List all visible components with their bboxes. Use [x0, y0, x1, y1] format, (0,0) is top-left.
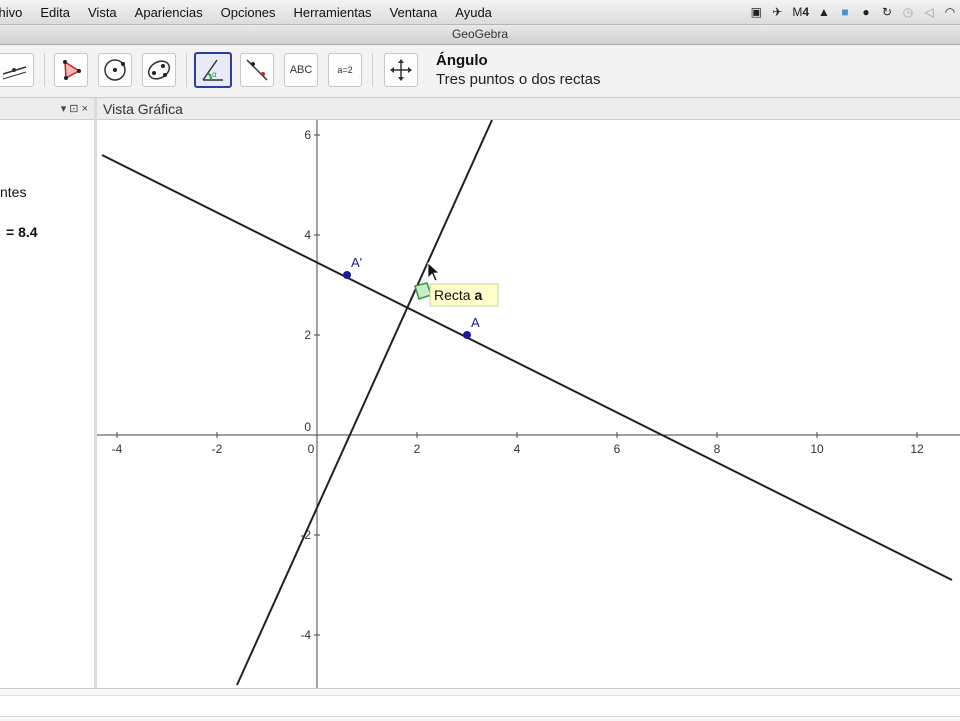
graphics-canvas[interactable]: -4-2024681012-4-20246A'ARecta a [97, 120, 960, 688]
wifi-icon[interactable]: ◠ [944, 5, 956, 19]
battery-icon[interactable]: M4 [792, 5, 809, 19]
active-tool-name: Ángulo [436, 52, 488, 69]
x-tick-label: 0 [308, 442, 315, 456]
record-icon[interactable]: ● [860, 5, 872, 19]
x-tick-label: 4 [514, 442, 521, 456]
input-bar [0, 688, 960, 721]
bluetooth-icon[interactable]: ✈ [771, 5, 783, 19]
menu-opciones[interactable]: Opciones [212, 5, 285, 20]
x-tick-label: 8 [714, 442, 721, 456]
menu-edita[interactable]: Edita [31, 5, 79, 20]
clock-icon[interactable]: ◷ [902, 5, 914, 19]
y-tick-label: 2 [304, 328, 311, 342]
move-view-tool[interactable] [384, 53, 418, 87]
circle-icon [104, 59, 126, 81]
status-tray: ▣ ✈ M4 ▲ ■ ● ↻ ◷ ◁ ◠ [750, 0, 960, 24]
angle-tool[interactable]: α [194, 52, 232, 88]
tooltip-recta-a: Recta a [429, 283, 499, 307]
menu-apariencias[interactable]: Apariencias [126, 5, 212, 20]
slider-tool-label: a=2 [337, 65, 353, 75]
text-tool-label: ABC [289, 64, 313, 76]
active-tool-help: Tres puntos o dos rectas [436, 71, 601, 88]
reflect-tool[interactable] [240, 53, 274, 87]
app-icon[interactable]: ■ [839, 5, 851, 19]
graphics-view-title: Vista Gráfica [97, 98, 960, 120]
window-title: GeoGebra [0, 25, 960, 45]
x-tick-label: 2 [414, 442, 421, 456]
menu-archivo[interactable]: chivo [0, 5, 31, 20]
svg-text:α: α [212, 70, 217, 79]
slider-tool[interactable]: a=2 [328, 53, 362, 87]
move-arrows-icon [390, 59, 412, 81]
angle-marker[interactable] [414, 282, 432, 300]
tool-info: Ángulo Tres puntos o dos rectas [436, 52, 601, 88]
line-a[interactable] [101, 154, 953, 581]
toolbar: α ABC a=2 Ángulo Tres puntos o dos recta… [0, 45, 960, 98]
reflect-icon [246, 59, 268, 81]
line-b[interactable] [236, 120, 493, 686]
segment-icon [2, 66, 27, 80]
algebra-view-header-controls[interactable]: ▾ ⊡ × [0, 98, 94, 120]
graphics-view: Vista Gráfica -4-2024681012-4-20246A'ARe… [97, 98, 960, 688]
point-label: A' [351, 255, 362, 270]
angle-icon: α [202, 59, 223, 81]
screen-recorder-icon[interactable]: ▣ [750, 5, 762, 19]
menu-ventana[interactable]: Ventana [381, 5, 447, 20]
x-tick-label: 10 [810, 442, 824, 456]
circle-center-tool[interactable] [98, 53, 132, 87]
algebra-item-dependents[interactable]: ntes [0, 184, 26, 200]
text-tool[interactable]: ABC [284, 53, 318, 87]
menu-ayuda[interactable]: Ayuda [446, 5, 501, 20]
y-tick-label: -4 [300, 628, 311, 642]
point-marker[interactable] [463, 331, 471, 339]
mouse-cursor-icon [427, 262, 441, 282]
menu-vista[interactable]: Vista [79, 5, 126, 20]
segment-tool[interactable] [0, 53, 34, 87]
polygon-tool[interactable] [54, 53, 88, 87]
y-tick-label: 0 [304, 420, 311, 434]
point-marker[interactable] [343, 271, 351, 279]
polygon-icon [63, 60, 81, 80]
algebra-view: ▾ ⊡ × ntes = 8.4 [0, 98, 95, 688]
drive-icon[interactable]: ▲ [818, 5, 830, 19]
tooltip-text: Recta a [434, 287, 482, 303]
menu-herramientas[interactable]: Herramientas [285, 5, 381, 20]
x-tick-label: -2 [212, 442, 223, 456]
y-tick-label: 4 [304, 228, 311, 242]
point-label: A [471, 315, 480, 330]
x-tick-label: 12 [910, 442, 924, 456]
menu-bar: chivo Edita Vista Apariencias Opciones H… [0, 0, 960, 25]
conic-tool[interactable] [142, 53, 176, 87]
volume-icon[interactable]: ◁ [923, 5, 935, 19]
algebra-item-value[interactable]: = 8.4 [6, 224, 38, 240]
conic-icon [147, 60, 171, 80]
y-tick-label: 6 [304, 128, 311, 142]
sync-icon[interactable]: ↻ [881, 5, 893, 19]
x-tick-label: -4 [112, 442, 123, 456]
x-tick-label: 6 [614, 442, 621, 456]
input-field[interactable] [0, 695, 960, 717]
